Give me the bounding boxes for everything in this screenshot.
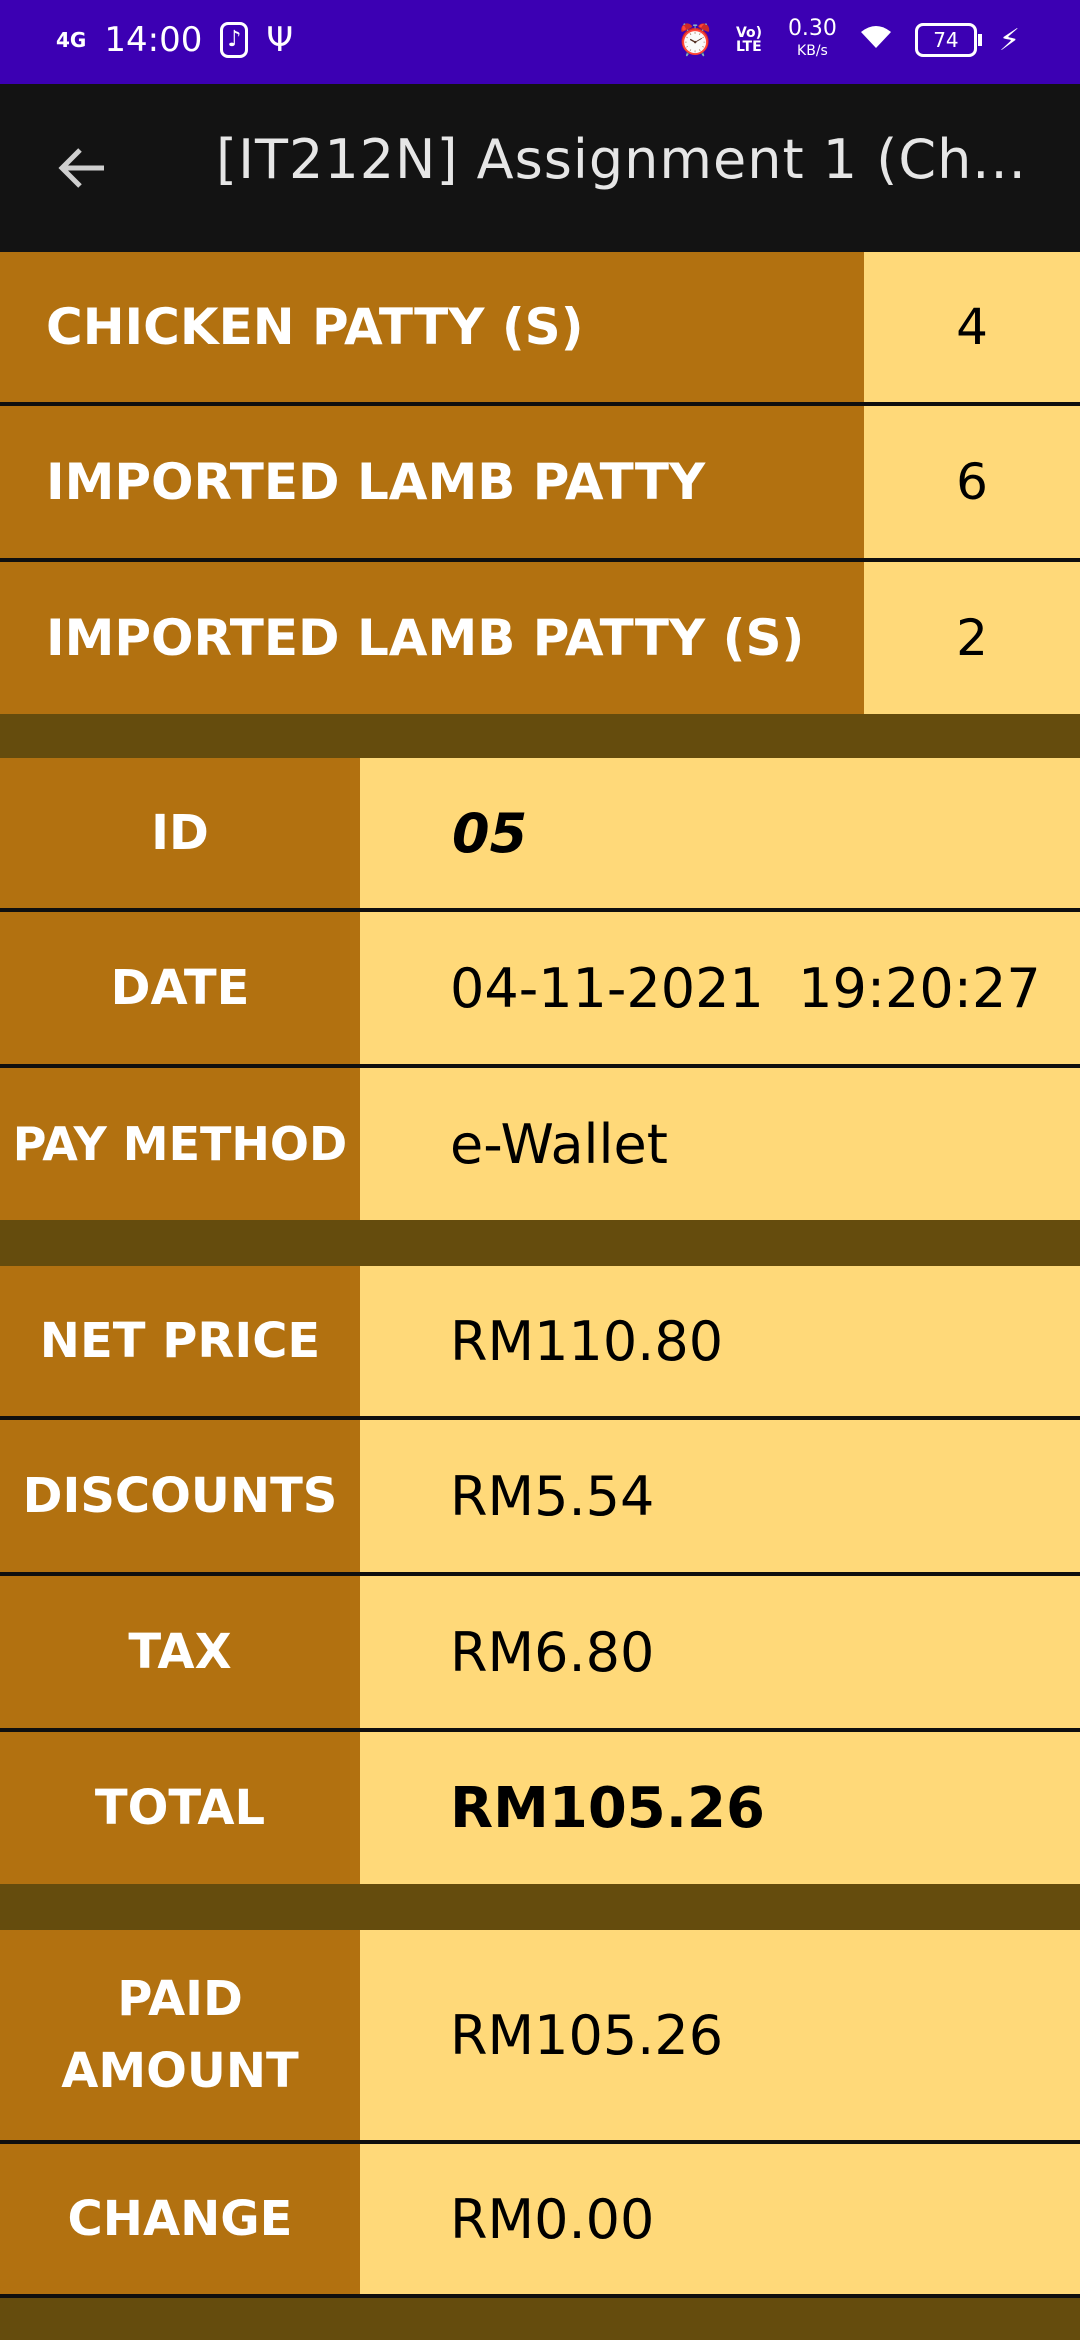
item-name: CHICKEN PATTY (S) <box>0 252 864 402</box>
net-price-label: NET PRICE <box>0 1266 360 1416</box>
notification-icon: ♪ <box>220 22 249 58</box>
charging-icon: ⚡ <box>998 22 1020 58</box>
item-row-2: IMPORTED LAMB PATTY 6 <box>0 406 1080 558</box>
battery-icon: 74 <box>914 23 982 57</box>
app-bar: [IT212N] Assignment 1 (Ch... <box>0 84 1080 252</box>
back-arrow-icon[interactable] <box>56 146 106 190</box>
id-row: ID 05 <box>0 758 1080 908</box>
item-row-1: CHICKEN PATTY (S) 4 <box>0 252 1080 402</box>
network-speed: 0.30 KB/s <box>788 18 837 62</box>
paid-label-line-2: AMOUNT <box>61 2043 299 2099</box>
paid-amount-label: PAID AMOUNT <box>0 1930 360 2140</box>
tax-row: TAX RM6.80 <box>0 1576 1080 1728</box>
net-price-value: RM110.80 <box>360 1266 1080 1416</box>
discount-value: RM5.54 <box>360 1420 1080 1572</box>
pay-method-label: PAY METHOD <box>0 1068 360 1220</box>
network-type: 4G <box>56 28 87 52</box>
date-row: DATE 04-11-2021 19:20:27 <box>0 912 1080 1064</box>
date-label: DATE <box>0 912 360 1064</box>
item-row-3: IMPORTED LAMB PATTY (S) 2 <box>0 562 1080 714</box>
paid-amount-value: RM105.26 <box>360 1930 1080 2140</box>
volte-indicator: Vo) LTE <box>735 25 763 55</box>
speed-value: 0.30 <box>787 16 837 41</box>
paid-amount-row: PAID AMOUNT RM105.26 <box>0 1930 1080 2140</box>
usb-icon: Ψ <box>266 20 294 60</box>
tax-value: RM6.80 <box>360 1576 1080 1728</box>
paid-label-line-1: PAID <box>117 1971 243 2027</box>
total-value: RM105.26 <box>360 1732 1080 1884</box>
total-row: TOTAL RM105.26 <box>0 1732 1080 1884</box>
change-label: CHANGE <box>0 2144 360 2294</box>
clock: 14:00 <box>104 20 203 60</box>
status-bar: 4G 14:00 ♪ Ψ ⏰ Vo) LTE 0.30 KB/s 74 ⚡ <box>0 0 1080 84</box>
change-value: RM0.00 <box>360 2144 1080 2294</box>
id-label: ID <box>0 758 360 908</box>
item-name: IMPORTED LAMB PATTY <box>0 406 864 558</box>
net-price-row: NET PRICE RM110.80 <box>0 1266 1080 1416</box>
pay-method-row: PAY METHOD e-Wallet <box>0 1068 1080 1220</box>
alarm-icon: ⏰ <box>676 22 714 58</box>
divider <box>0 2294 1080 2298</box>
discount-label: DISCOUNTS <box>0 1420 360 1572</box>
change-row: CHANGE RM0.00 <box>0 2144 1080 2294</box>
tax-label: TAX <box>0 1576 360 1728</box>
discount-row: DISCOUNTS RM5.54 <box>0 1420 1080 1572</box>
item-qty: 4 <box>864 252 1080 402</box>
page-title: [IT212N] Assignment 1 (Ch... <box>216 128 1027 191</box>
total-label: TOTAL <box>0 1732 360 1884</box>
battery-level: 74 <box>933 28 959 52</box>
order-id: 05 <box>360 758 1080 908</box>
wifi-icon <box>859 23 893 58</box>
item-qty: 2 <box>864 562 1080 714</box>
order-date: 04-11-2021 19:20:27 <box>360 912 1080 1064</box>
item-qty: 6 <box>864 406 1080 558</box>
pay-method-value: e-Wallet <box>360 1068 1080 1220</box>
speed-unit: KB/s <box>797 43 828 59</box>
item-name: IMPORTED LAMB PATTY (S) <box>0 562 864 714</box>
